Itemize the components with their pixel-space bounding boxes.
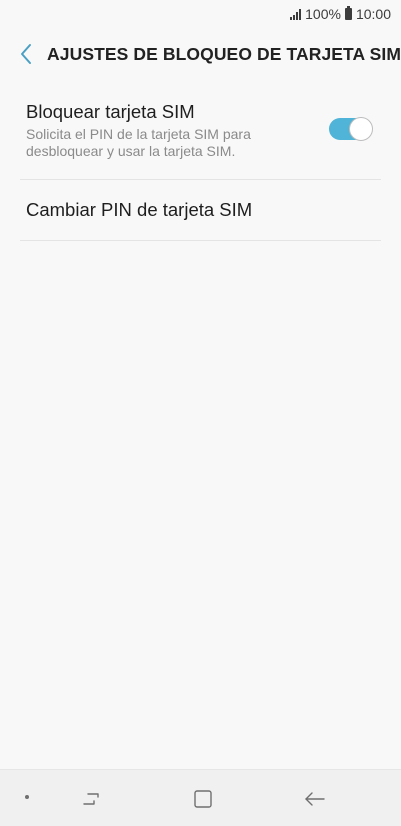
battery-percent: 100% [305, 6, 341, 22]
clock: 10:00 [355, 6, 391, 22]
screen: 100% 10:00 AJUSTES DE BLOQUEO DE TARJETA… [0, 0, 401, 826]
home-icon [194, 790, 212, 808]
sim-lock-toggle[interactable] [329, 117, 373, 141]
app-bar: AJUSTES DE BLOQUEO DE TARJETA SIM [0, 32, 401, 76]
status-bar: 100% 10:00 [0, 0, 401, 28]
back-button[interactable] [11, 32, 40, 76]
page-title: AJUSTES DE BLOQUEO DE TARJETA SIM [47, 43, 401, 64]
battery-icon [344, 6, 352, 20]
back-arrow-icon [305, 792, 325, 806]
sim-lock-setting[interactable]: Bloquear tarjeta SIM Solicita el PIN de … [0, 86, 401, 179]
navigation-bar [0, 769, 401, 826]
change-pin-title: Cambiar PIN de tarjeta SIM [26, 199, 253, 220]
divider [20, 240, 381, 241]
recents-icon [83, 793, 99, 805]
chevron-left-icon [20, 44, 31, 64]
system-back-button[interactable] [300, 784, 330, 814]
home-button[interactable] [188, 784, 218, 814]
signal-icon [290, 8, 302, 20]
recents-button[interactable] [76, 784, 106, 814]
sim-lock-title: Bloquear tarjeta SIM [26, 101, 195, 122]
toggle-knob [349, 117, 373, 141]
sim-lock-summary: Solicita el PIN de la tarjeta SIM para d… [26, 126, 251, 159]
change-pin-setting[interactable]: Cambiar PIN de tarjeta SIM [0, 180, 401, 240]
settings-list: Bloquear tarjeta SIM Solicita el PIN de … [0, 86, 401, 241]
nav-dot-indicator [25, 795, 29, 799]
